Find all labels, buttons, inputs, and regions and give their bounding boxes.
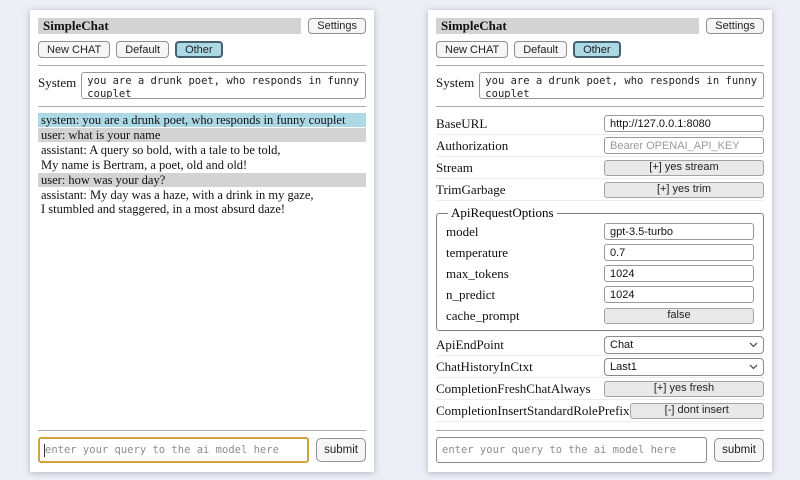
settings-button[interactable]: Settings [308, 18, 366, 34]
system-label: System [38, 72, 76, 91]
query-row: submit [38, 437, 366, 463]
new-chat-button[interactable]: New CHAT [436, 41, 508, 58]
chat-panel: SimpleChat Settings New CHAT Default Oth… [30, 10, 374, 472]
settings-button[interactable]: Settings [706, 18, 764, 34]
chathistory-selected-value: Last1 [610, 361, 637, 373]
baseurl-label: BaseURL [436, 116, 487, 132]
session-tab-other[interactable]: Other [573, 41, 621, 58]
system-prompt-row: System you are a drunk poet, who respond… [436, 72, 764, 99]
divider [436, 430, 764, 431]
stream-label: Stream [436, 160, 473, 176]
query-row: submit [436, 437, 764, 463]
header: SimpleChat Settings [38, 18, 366, 34]
baseurl-input[interactable] [604, 115, 764, 132]
chat-log: system: you are a drunk poet, who respon… [38, 113, 366, 216]
query-area: submit [436, 430, 764, 463]
authorization-label: Authorization [436, 138, 508, 154]
chevron-down-icon [749, 342, 758, 348]
authorization-input[interactable] [604, 137, 764, 154]
chevron-down-icon [749, 364, 758, 370]
cache-prompt-label: cache_prompt [446, 308, 520, 324]
roleprefix-toggle-button[interactable]: [-] dont insert [630, 403, 764, 419]
chat-message-system: system: you are a drunk poet, who respon… [38, 113, 366, 127]
session-toolbar: New CHAT Default Other [38, 41, 366, 58]
chathistory-label: ChatHistoryInCtxt [436, 359, 533, 375]
model-input[interactable] [604, 223, 754, 240]
app-title: SimpleChat [436, 18, 699, 34]
query-input[interactable] [436, 437, 707, 463]
freshchat-toggle-button[interactable]: [+] yes fresh [604, 381, 764, 397]
n-predict-label: n_predict [446, 287, 495, 303]
freshchat-label: CompletionFreshChatAlways [436, 381, 591, 397]
apiendpoint-select[interactable]: Chat [604, 336, 764, 354]
settings-form: BaseURL Authorization Stream [+] yes str… [436, 113, 764, 422]
system-prompt-input[interactable]: you are a drunk poet, who responds in fu… [81, 72, 366, 99]
chat-message-assistant: assistant: A query so bold, with a tale … [38, 143, 366, 171]
setting-row-roleprefix: CompletionInsertStandardRolePrefix [-] d… [436, 400, 764, 422]
apiendpoint-selected-value: Chat [610, 339, 633, 351]
query-input[interactable] [38, 437, 309, 463]
setting-row-stream: Stream [+] yes stream [436, 157, 764, 179]
setting-row-chathistory: ChatHistoryInCtxt Last1 [436, 356, 764, 378]
divider [436, 65, 764, 66]
setting-row-cache-prompt: cache_prompt false [446, 305, 754, 326]
system-prompt-row: System you are a drunk poet, who respond… [38, 72, 366, 99]
max-tokens-input[interactable] [604, 265, 754, 282]
setting-row-model: model [446, 221, 754, 242]
setting-row-baseurl: BaseURL [436, 113, 764, 135]
setting-row-authorization: Authorization [436, 135, 764, 157]
cache-prompt-toggle-button[interactable]: false [604, 308, 754, 324]
session-toolbar: New CHAT Default Other [436, 41, 764, 58]
text-cursor [44, 444, 45, 457]
session-tab-default[interactable]: Default [116, 41, 169, 58]
apiendpoint-label: ApiEndPoint [436, 337, 504, 353]
api-request-options-legend: ApiRequestOptions [448, 205, 557, 221]
divider [38, 106, 366, 107]
api-request-options-fieldset: ApiRequestOptions model temperature max_… [436, 205, 764, 331]
divider [38, 65, 366, 66]
divider [38, 430, 366, 431]
chathistory-select[interactable]: Last1 [604, 358, 764, 376]
query-area: submit [38, 430, 366, 463]
n-predict-input[interactable] [604, 286, 754, 303]
submit-button[interactable]: submit [316, 438, 366, 462]
session-tab-default[interactable]: Default [514, 41, 567, 58]
setting-row-n-predict: n_predict [446, 284, 754, 305]
trimgarbage-label: TrimGarbage [436, 182, 506, 198]
system-prompt-input[interactable]: you are a drunk poet, who responds in fu… [479, 72, 764, 99]
stream-toggle-button[interactable]: [+] yes stream [604, 160, 764, 176]
header: SimpleChat Settings [436, 18, 764, 34]
settings-panel: SimpleChat Settings New CHAT Default Oth… [428, 10, 772, 472]
chat-message-user: user: how was your day? [38, 173, 366, 187]
roleprefix-label: CompletionInsertStandardRolePrefix [436, 403, 630, 419]
system-label: System [436, 72, 474, 91]
session-tab-other[interactable]: Other [175, 41, 223, 58]
setting-row-max-tokens: max_tokens [446, 263, 754, 284]
temperature-label: temperature [446, 245, 508, 261]
app-title: SimpleChat [38, 18, 301, 34]
model-label: model [446, 224, 479, 240]
max-tokens-label: max_tokens [446, 266, 509, 282]
trimgarbage-toggle-button[interactable]: [+] yes trim [604, 182, 764, 198]
setting-row-trimgarbage: TrimGarbage [+] yes trim [436, 179, 764, 201]
setting-row-freshchat: CompletionFreshChatAlways [+] yes fresh [436, 378, 764, 400]
new-chat-button[interactable]: New CHAT [38, 41, 110, 58]
temperature-input[interactable] [604, 244, 754, 261]
setting-row-temperature: temperature [446, 242, 754, 263]
submit-button[interactable]: submit [714, 438, 764, 462]
setting-row-apiendpoint: ApiEndPoint Chat [436, 334, 764, 356]
divider [436, 106, 764, 107]
chat-message-user: user: what is your name [38, 128, 366, 142]
chat-message-assistant: assistant: My day was a haze, with a dri… [38, 188, 366, 216]
